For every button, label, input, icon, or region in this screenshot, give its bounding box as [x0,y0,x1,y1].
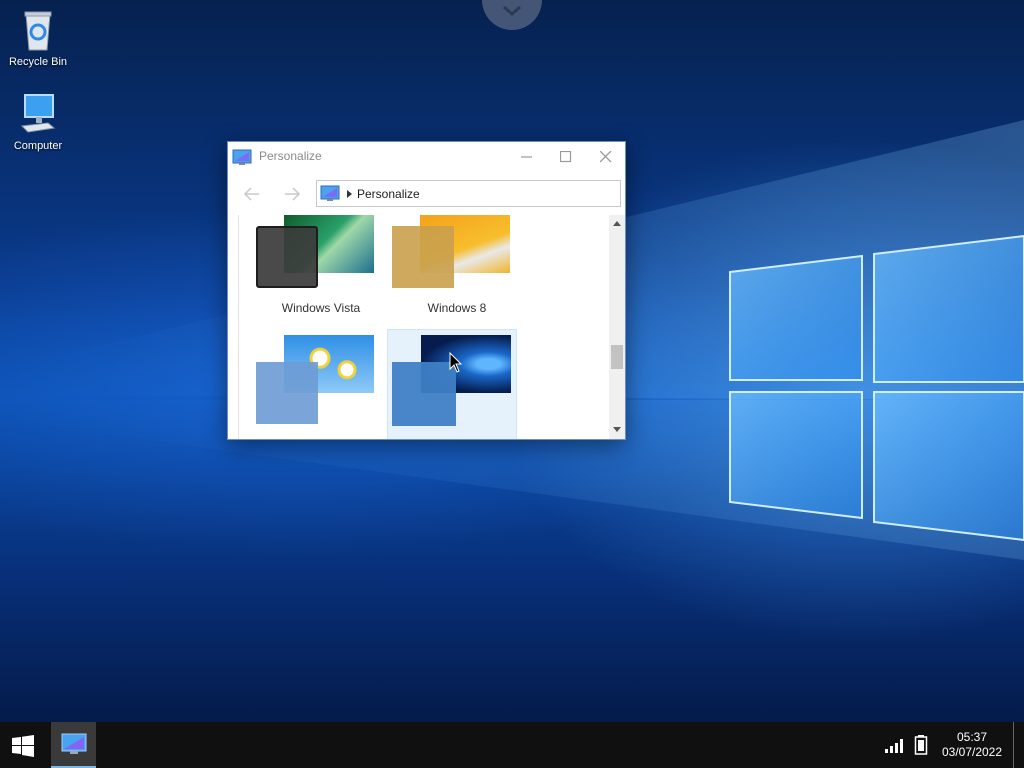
personalize-app-icon [61,733,87,754]
window-title: Personalize [259,149,322,163]
theme-windows-10[interactable] [387,329,517,439]
close-button[interactable] [586,142,626,172]
back-button[interactable] [241,184,263,204]
mouse-cursor-icon [449,352,463,373]
taskbar-clock[interactable]: 05:37 03/07/2022 [930,730,1014,760]
theme-windows-vista[interactable]: Windows Vista [256,215,386,317]
forward-button[interactable] [281,184,303,204]
taskbar-item-personalize[interactable] [51,722,96,768]
battery-icon[interactable] [914,735,928,755]
theme-label: Windows Vista [281,301,361,315]
personalize-app-icon [320,185,340,201]
scrollbar-thumb[interactable] [611,345,623,369]
theme-color-swatch [392,362,456,426]
taskbar: 05:37 03/07/2022 [0,722,1024,768]
desktop-icon-label: Computer [13,140,63,152]
minimize-button[interactable] [507,142,547,172]
breadcrumb-personalize[interactable]: Personalize [357,187,420,201]
scroll-down-icon[interactable] [613,427,621,433]
theme-flowers[interactable] [256,329,386,439]
maximize-button[interactable] [546,142,586,172]
desktop-icon-recycle-bin[interactable]: Recycle Bin [2,8,74,68]
scroll-up-icon[interactable] [613,221,621,227]
desktop-icon-label: Recycle Bin [8,56,68,68]
theme-color-swatch [392,226,454,288]
close-icon [600,151,612,163]
theme-color-swatch [256,362,318,424]
theme-windows-8[interactable]: Windows 8 [392,215,522,317]
computer-icon [20,94,56,133]
start-button[interactable] [0,722,46,768]
vertical-scrollbar[interactable] [609,215,625,439]
arrow-left-icon [243,187,259,201]
address-bar[interactable]: Personalize [316,180,621,207]
chevron-down-icon [503,5,521,16]
personalize-window: Personalize Personalize Windows Vista Wi… [227,141,626,440]
signal-strength-icon[interactable] [884,737,906,753]
window-titlebar[interactable]: Personalize [228,142,625,172]
theme-label: Windows 8 [427,301,487,315]
clock-time: 05:37 [956,730,988,744]
minimize-icon [521,156,532,158]
maximize-icon [560,151,572,163]
clock-date: 03/07/2022 [941,745,1003,759]
breadcrumb-arrow-icon[interactable] [347,190,353,198]
windows-start-icon [12,735,34,757]
theme-color-swatch [256,226,318,288]
recycle-bin-icon [24,11,52,51]
arrow-right-icon [285,187,301,201]
theme-gallery: Windows Vista Windows 8 [238,215,598,439]
show-desktop-button[interactable] [1013,722,1014,768]
desktop-icon-computer[interactable]: Computer [2,92,74,152]
personalize-app-icon [232,149,252,165]
